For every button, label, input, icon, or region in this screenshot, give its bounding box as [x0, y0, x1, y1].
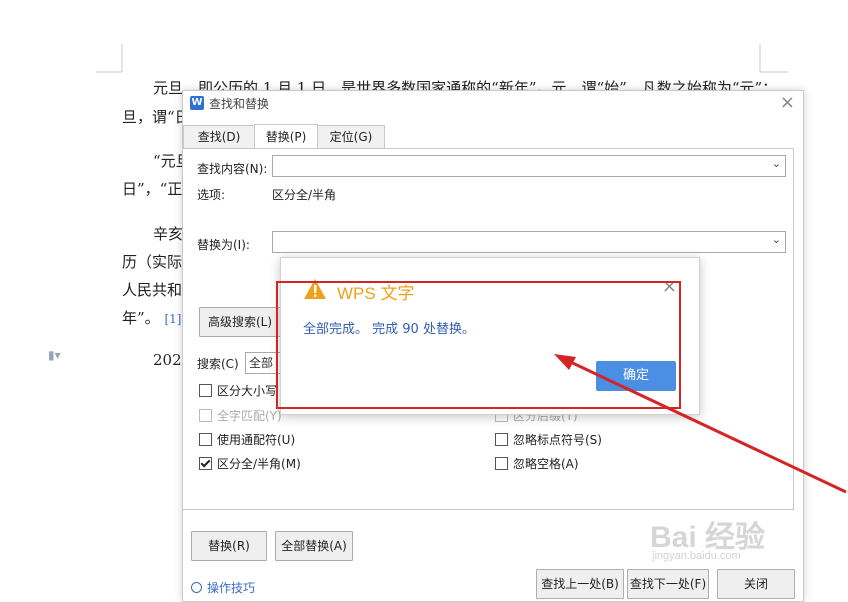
info-icon — [191, 582, 202, 593]
checkbox-label: 区分大小写 — [217, 384, 278, 398]
chevron-down-icon[interactable]: ⌄ — [772, 157, 781, 170]
tips-link[interactable]: 操作技巧 — [191, 579, 255, 596]
page-corner-mark-right — [759, 44, 788, 73]
warning-icon — [304, 279, 326, 299]
doc-line-8: 年”。 [1] — [122, 307, 181, 328]
find-next-button[interactable]: 查找下一处(F) — [627, 569, 709, 599]
replace-label: 替换为(I): — [197, 238, 250, 252]
doc-line-5: 辛亥 — [153, 225, 184, 243]
doc-line-4: 日”，“正 — [122, 180, 183, 198]
wps-writer-icon: W — [190, 96, 204, 110]
message-box-title: WPS 文字 — [337, 284, 415, 303]
message-close-icon[interactable]: × — [662, 276, 677, 297]
replace-input[interactable]: ⌄ — [272, 231, 786, 253]
doc-line-2: 旦，谓“日 — [122, 108, 190, 126]
close-button[interactable]: 关闭 — [717, 569, 795, 599]
wps-message-box: WPS 文字 × 全部完成。 完成 90 处替换。 确定 — [280, 257, 700, 415]
tab-find[interactable]: 查找(D) — [183, 125, 255, 148]
checkbox-label: 区分全/半角(M) — [217, 457, 301, 471]
dialog-titlebar: W 查找和替换 × — [183, 91, 803, 117]
checkbox-wildcards[interactable]: 使用通配符(U) — [199, 431, 295, 448]
advanced-search-button[interactable]: 高级搜索(L) — [199, 307, 281, 337]
checkbox-box — [199, 384, 212, 397]
ok-button[interactable]: 确定 — [596, 361, 676, 391]
tab-replace[interactable]: 替换(P) — [254, 124, 318, 149]
chevron-down-icon[interactable]: ⌄ — [772, 233, 781, 246]
checkbox-box-checked — [199, 457, 212, 470]
baidu-watermark-url: jingyan.baidu.com — [652, 550, 741, 562]
find-label: 查找内容(N): — [197, 162, 268, 176]
checkbox-box — [495, 457, 508, 470]
checkbox-label: 使用通配符(U) — [217, 433, 296, 447]
paragraph-menu-icon[interactable]: ▮▾ — [48, 348, 61, 362]
options-label: 选项: — [197, 188, 226, 202]
checkbox-label: 忽略空格(A) — [513, 457, 579, 471]
message-text: 全部完成。 完成 90 处替换。 — [303, 322, 475, 337]
checkbox-match-case[interactable]: 区分大小写 — [199, 382, 277, 399]
tips-link-label: 操作技巧 — [207, 581, 256, 595]
checkbox-box — [495, 433, 508, 446]
page-corner-mark-left — [96, 44, 123, 73]
checkbox-whole-word[interactable]: 全字匹配(Y) — [199, 407, 282, 424]
doc-line-7: 人民共和 — [122, 281, 183, 299]
doc-line-6: 历（实际 — [122, 253, 183, 271]
footnote-ref[interactable]: [1] — [164, 312, 181, 326]
checkbox-box — [199, 433, 212, 446]
checkbox-label: 忽略标点符号(S) — [513, 433, 602, 447]
replace-all-button[interactable]: 全部替换(A) — [275, 531, 353, 561]
dialog-title: 查找和替换 — [209, 97, 270, 111]
checkbox-ignore-punctuation[interactable]: 忽略标点符号(S) — [495, 431, 602, 448]
checkbox-full-half-width[interactable]: 区分全/半角(M) — [199, 455, 301, 472]
doc-line-8-text: 年”。 — [122, 309, 160, 327]
replace-button[interactable]: 替换(R) — [191, 531, 267, 561]
find-input[interactable]: ⌄ — [272, 155, 786, 177]
checkbox-box — [199, 409, 212, 422]
find-previous-button[interactable]: 查找上一处(B) — [536, 569, 624, 599]
doc-line-9: 202 — [153, 351, 182, 369]
dialog-close-icon[interactable]: × — [780, 92, 795, 113]
search-direction-label: 搜索(C) — [197, 357, 239, 371]
checkbox-ignore-spaces[interactable]: 忽略空格(A) — [495, 455, 579, 472]
options-value: 区分全/半角 — [272, 188, 337, 202]
checkbox-label: 全字匹配(Y) — [217, 409, 282, 423]
tab-goto[interactable]: 定位(G) — [317, 125, 385, 148]
